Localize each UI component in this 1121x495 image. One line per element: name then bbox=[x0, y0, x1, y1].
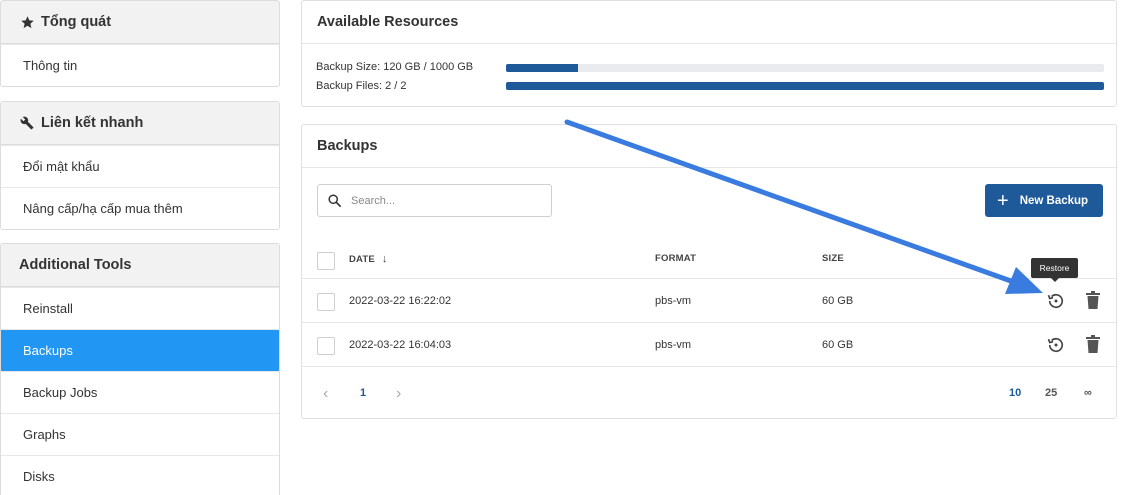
column-header-size[interactable]: SIZE bbox=[822, 253, 844, 264]
overview-panel-header: Tổng quát bbox=[1, 1, 279, 44]
sidebar-item-upgrade[interactable]: Nâng cấp/hạ cấp mua thêm bbox=[1, 187, 279, 229]
overview-panel: Tổng quát Thông tin bbox=[0, 0, 280, 87]
backup-size-label: Backup Size: 120 GB / 1000 GB bbox=[316, 61, 474, 73]
pagination: ‹ 1 › 10 25 ∞ bbox=[302, 375, 1116, 415]
available-resources-card: Available Resources Backup Size: 120 GB … bbox=[301, 0, 1117, 107]
quick-links-panel-title: Liên kết nhanh bbox=[41, 115, 144, 131]
backup-size: 60 GB bbox=[822, 295, 854, 307]
backup-files-bar bbox=[506, 82, 1104, 90]
sidebar-item-disks[interactable]: Disks bbox=[1, 455, 279, 495]
restore-icon[interactable] bbox=[1046, 291, 1066, 314]
row-checkbox[interactable] bbox=[317, 337, 335, 355]
backup-format: pbs-vm bbox=[655, 339, 692, 351]
page-size-10[interactable]: 10 bbox=[1009, 387, 1021, 399]
sidebar-item-backup-jobs[interactable]: Backup Jobs bbox=[1, 371, 279, 413]
table-header: DATE ↓ FORMAT SIZE bbox=[302, 242, 1116, 279]
backup-size: 60 GB bbox=[822, 339, 854, 351]
backup-size-bar bbox=[506, 64, 1104, 72]
select-all-checkbox[interactable] bbox=[317, 252, 335, 270]
quick-links-panel: Liên kết nhanh Đổi mật khẩu Nâng cấp/hạ … bbox=[0, 101, 280, 230]
backup-size-bar-fill bbox=[506, 64, 578, 72]
table-row: 2022-03-22 16:04:03 pbs-vm 60 GB bbox=[302, 323, 1116, 367]
new-backup-button[interactable]: + New Backup bbox=[985, 184, 1103, 217]
new-backup-label: New Backup bbox=[1019, 194, 1089, 207]
sidebar-item-reinstall[interactable]: Reinstall bbox=[1, 287, 279, 329]
search-box[interactable] bbox=[317, 184, 552, 217]
search-icon bbox=[327, 193, 342, 208]
sidebar-item-graphs[interactable]: Graphs bbox=[1, 413, 279, 455]
wrench-icon bbox=[19, 115, 35, 131]
plus-icon: + bbox=[997, 189, 1009, 212]
star-icon bbox=[19, 14, 35, 30]
page-size-all[interactable]: ∞ bbox=[1084, 387, 1092, 399]
table-row: 2022-03-22 16:22:02 pbs-vm 60 GB bbox=[302, 279, 1116, 323]
row-checkbox[interactable] bbox=[317, 293, 335, 311]
column-header-date[interactable]: DATE ↓ bbox=[349, 253, 388, 265]
arrow-down-icon: ↓ bbox=[381, 253, 388, 265]
prev-page-icon[interactable]: ‹ bbox=[323, 385, 328, 403]
page-number-current[interactable]: 1 bbox=[360, 387, 366, 399]
page-size-25[interactable]: 25 bbox=[1045, 387, 1057, 399]
backup-date: 2022-03-22 16:04:03 bbox=[349, 339, 452, 351]
additional-tools-panel-header: Additional Tools bbox=[1, 244, 279, 287]
available-resources-title: Available Resources bbox=[302, 1, 1116, 44]
search-input[interactable] bbox=[351, 194, 531, 207]
quick-links-panel-header: Liên kết nhanh bbox=[1, 102, 279, 145]
next-page-icon[interactable]: › bbox=[396, 385, 401, 403]
backup-format: pbs-vm bbox=[655, 295, 692, 307]
backup-date: 2022-03-22 16:22:02 bbox=[349, 295, 452, 307]
additional-tools-panel: Additional Tools Reinstall Backups Backu… bbox=[0, 243, 280, 495]
delete-icon[interactable] bbox=[1085, 291, 1101, 313]
sidebar-item-info[interactable]: Thông tin bbox=[1, 44, 279, 86]
backups-card: Backups + New Backup DATE ↓ FORMAT SIZE … bbox=[301, 124, 1117, 419]
backup-files-label: Backup Files: 2 / 2 bbox=[316, 80, 407, 92]
sidebar-item-backups[interactable]: Backups bbox=[1, 329, 279, 371]
backup-files-bar-fill bbox=[506, 82, 1104, 90]
sidebar-item-change-password[interactable]: Đổi mật khẩu bbox=[1, 145, 279, 187]
restore-tooltip: Restore bbox=[1031, 258, 1078, 282]
overview-panel-title: Tổng quát bbox=[41, 14, 112, 30]
restore-icon[interactable] bbox=[1046, 335, 1066, 358]
delete-icon[interactable] bbox=[1085, 335, 1101, 357]
backups-title: Backups bbox=[302, 125, 1116, 168]
column-header-format[interactable]: FORMAT bbox=[655, 253, 696, 264]
